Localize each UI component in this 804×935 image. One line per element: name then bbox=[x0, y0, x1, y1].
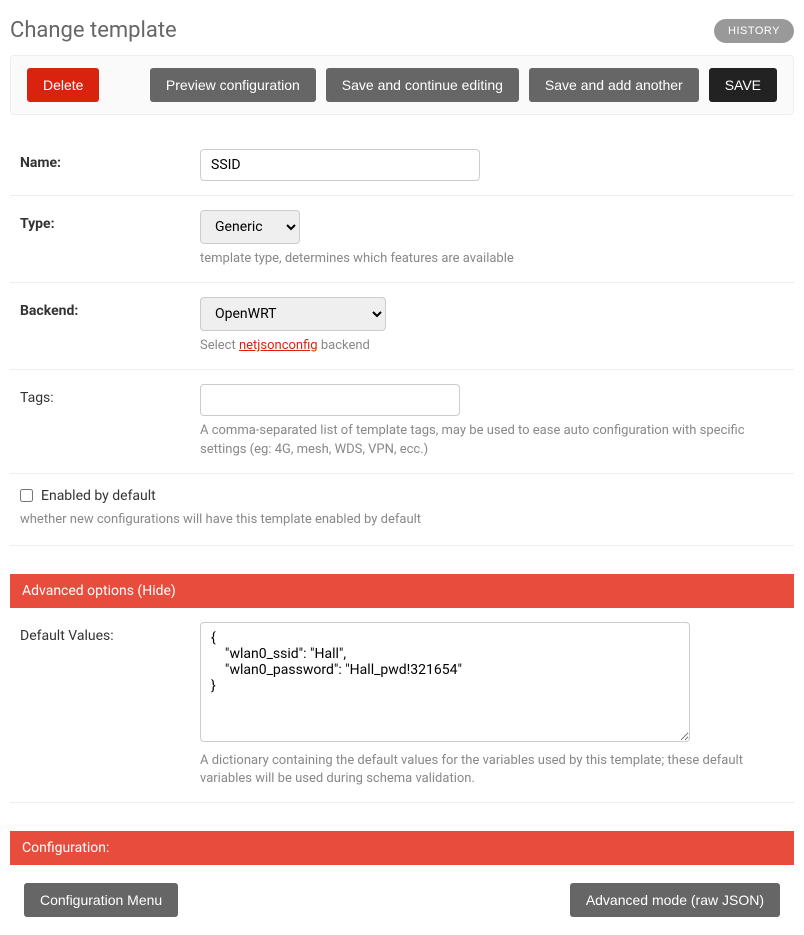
enabled-default-help: whether new configurations will have thi… bbox=[10, 508, 794, 546]
tags-label: Tags: bbox=[20, 384, 200, 406]
tags-help: A comma-separated list of template tags,… bbox=[200, 422, 784, 458]
advanced-mode-button[interactable]: Advanced mode (raw JSON) bbox=[570, 883, 780, 917]
save-add-another-button[interactable]: Save and add another bbox=[529, 68, 699, 102]
backend-select[interactable]: OpenWRT bbox=[200, 297, 386, 331]
save-button[interactable]: SAVE bbox=[709, 68, 777, 102]
enabled-default-label[interactable]: Enabled by default bbox=[20, 488, 784, 504]
default-values-label: Default Values: bbox=[20, 622, 200, 644]
action-bar: Delete Preview configuration Save and co… bbox=[10, 55, 794, 115]
enabled-default-checkbox[interactable] bbox=[20, 489, 33, 502]
save-continue-button[interactable]: Save and continue editing bbox=[326, 68, 519, 102]
configuration-header: Configuration: bbox=[10, 831, 794, 865]
type-help: template type, determines which features… bbox=[200, 250, 784, 268]
configuration-menu-button[interactable]: Configuration Menu bbox=[24, 883, 178, 917]
page-title: Change template bbox=[10, 18, 177, 43]
default-values-help: A dictionary containing the default valu… bbox=[200, 752, 784, 788]
backend-help: Select netjsonconfig backend bbox=[200, 337, 784, 355]
name-label: Name: bbox=[20, 149, 200, 171]
name-input[interactable] bbox=[200, 149, 480, 181]
netjsonconfig-link[interactable]: netjsonconfig bbox=[239, 338, 318, 353]
advanced-hide-toggle[interactable]: (Hide) bbox=[137, 583, 175, 599]
advanced-options-header: Advanced options (Hide) bbox=[10, 574, 794, 608]
backend-label: Backend: bbox=[20, 297, 200, 319]
default-values-textarea[interactable] bbox=[200, 622, 690, 742]
preview-config-button[interactable]: Preview configuration bbox=[150, 68, 316, 102]
type-select[interactable]: Generic bbox=[200, 210, 300, 244]
type-label: Type: bbox=[20, 210, 200, 232]
history-button[interactable]: HISTORY bbox=[714, 19, 794, 43]
tags-input[interactable] bbox=[200, 384, 460, 416]
delete-button[interactable]: Delete bbox=[27, 68, 99, 102]
